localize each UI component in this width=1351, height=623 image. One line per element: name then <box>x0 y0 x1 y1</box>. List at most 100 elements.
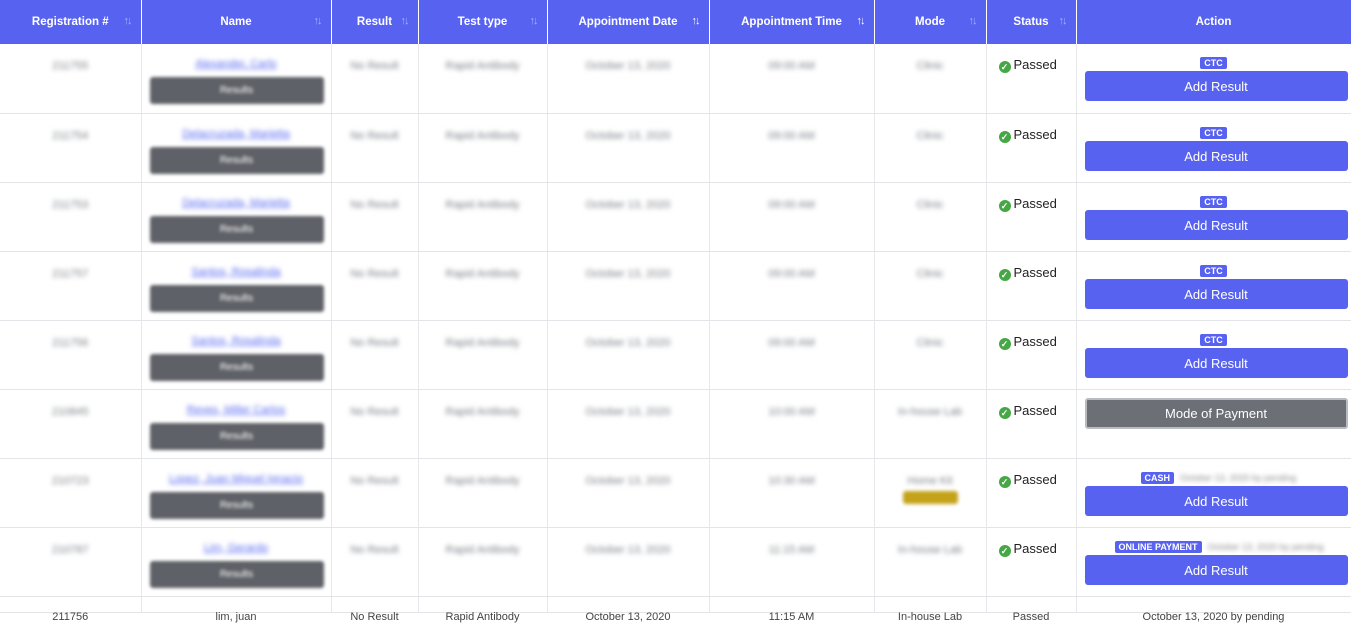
result-cell: No Result <box>331 458 419 528</box>
status-text: Passed <box>1013 57 1057 72</box>
column-header-name[interactable]: Name ↑↓ <box>141 0 332 44</box>
partial-cell: In-house Lab <box>874 596 987 623</box>
payment-badge-row: CASH October 13, 2020 by pending <box>1085 459 1343 486</box>
name-cell: Delacruzada, Marietta Results <box>141 182 332 252</box>
mode-value: Clinic <box>916 336 944 349</box>
sort-icon[interactable]: ↑↓ <box>692 15 701 27</box>
status-cell: ✓ Passed <box>986 251 1077 321</box>
sort-icon[interactable]: ↑↓ <box>857 15 866 27</box>
name-cell: Santos, Rosalinda Results <box>141 320 332 390</box>
status-cell: ✓ Passed <box>986 182 1077 252</box>
results-button[interactable]: Results <box>149 77 324 104</box>
results-button[interactable]: Results <box>149 215 324 243</box>
appointment-time-cell: 10:00 AM <box>709 389 875 459</box>
check-circle-icon: ✓ <box>998 61 1011 73</box>
results-button[interactable]: Results <box>149 353 324 381</box>
action-cell: CASH October 13, 2020 by pending Add Resul… <box>1076 458 1351 528</box>
result-value: No Result <box>350 405 399 418</box>
partial-cell: 11:15 AM <box>709 596 875 623</box>
payment-badge-row: CTC <box>1085 44 1343 71</box>
partial-reg: 211756 <box>52 610 89 623</box>
payment-badge: CTC <box>1200 264 1227 277</box>
column-header-appointment-date[interactable]: Appointment Date ↑↓ <box>547 0 710 44</box>
appointment-date-cell: October 13, 2020 <box>547 527 710 597</box>
test-type-cell: Rapid Antibody <box>418 389 548 459</box>
check-circle-icon: ✓ <box>998 544 1011 557</box>
mode-badge <box>902 490 958 504</box>
mode-of-payment-button[interactable]: Mode of Payment <box>1084 397 1348 429</box>
test-type-value: Rapid Antibody <box>445 267 520 280</box>
result-value: No Result <box>350 60 399 72</box>
name-cell: Lim, Gerardo Results <box>141 527 332 597</box>
partial-test: Rapid Antibody <box>445 610 520 623</box>
add-result-button[interactable]: Add Result <box>1084 278 1348 309</box>
appointment-time-value: 09:00 AM <box>768 267 815 280</box>
partial-cell: Passed <box>986 596 1077 623</box>
result-value: No Result <box>350 198 399 211</box>
status-text: Passed <box>1013 264 1057 280</box>
column-header-test-type[interactable]: Test type ↑↓ <box>418 0 548 44</box>
payment-note: October 13, 2020 by pending <box>1180 472 1297 483</box>
mode-value: Home Kit <box>907 474 953 487</box>
table-row: 211756 Santos, Rosalinda Results No Result R… <box>0 320 1351 390</box>
sort-icon[interactable]: ↑↓ <box>969 15 978 27</box>
registration-cell: 211754 <box>0 113 142 183</box>
registration-number: 211754 <box>52 129 89 142</box>
column-header-status[interactable]: Status ↑↓ <box>986 0 1077 44</box>
patient-name-link[interactable]: Santos, Rosalinda <box>142 266 331 278</box>
results-button[interactable]: Results <box>149 560 324 588</box>
name-cell: Delacruzada, Marietta Results <box>141 113 332 183</box>
add-result-button[interactable]: Add Result <box>1084 554 1348 585</box>
table-row: 210787 Lim, Gerardo Results No Result Rapid … <box>0 527 1351 597</box>
results-button[interactable]: Results <box>149 491 324 519</box>
results-button[interactable]: Results <box>149 146 324 174</box>
status-text: Passed <box>1013 333 1057 349</box>
sort-icon[interactable]: ↑↓ <box>1059 15 1068 27</box>
registration-cell: 211753 <box>0 182 142 252</box>
action-cell: CTC Add Result <box>1076 44 1351 114</box>
sort-icon[interactable]: ↑↓ <box>401 15 410 27</box>
appointment-date-cell: October 13, 2020 <box>547 389 710 459</box>
appointment-time-cell: 09:00 AM <box>709 113 875 183</box>
sort-icon[interactable]: ↑↓ <box>530 15 539 27</box>
status-cell: ✓ Passed <box>986 389 1077 459</box>
payment-note: October 13, 2020 by pending <box>1207 541 1324 552</box>
appointment-date-value: October 13, 2020 <box>585 336 671 349</box>
name-cell: Santos, Rosalinda Results <box>141 251 332 321</box>
action-cell: CTC Add Result <box>1076 182 1351 252</box>
status-text: Passed <box>1013 402 1057 418</box>
results-button[interactable]: Results <box>149 284 324 312</box>
add-result-button[interactable]: Add Result <box>1084 485 1348 516</box>
sort-icon[interactable]: ↑↓ <box>314 15 323 27</box>
mode-cell: In-house Lab <box>874 389 987 459</box>
patient-name-link[interactable]: Reyes, Miller Carlos <box>142 404 331 416</box>
test-type-cell: Rapid Antibody <box>418 320 548 390</box>
sort-icon[interactable]: ↑↓ <box>124 15 133 27</box>
column-header-result[interactable]: Result ↑↓ <box>331 0 419 44</box>
add-result-button[interactable]: Add Result <box>1084 71 1348 101</box>
patient-name-link[interactable]: Delacruzada, Marietta <box>142 128 331 140</box>
column-header-label: Appointment Time <box>741 16 842 28</box>
patient-name-link[interactable]: Lopez, Juan Miguel Ignacio <box>142 473 331 485</box>
patient-name-link[interactable]: Alexander, Carlo <box>142 58 331 70</box>
patient-name-link[interactable]: Santos, Rosalinda <box>142 335 331 347</box>
partial-cell: Rapid Antibody <box>418 596 548 623</box>
column-header-mode[interactable]: Mode ↑↓ <box>874 0 987 44</box>
status-text: Passed <box>1013 540 1057 556</box>
table-row: 210845 Reyes, Miller Carlos Results No Resu… <box>0 389 1351 459</box>
result-value: No Result <box>350 543 399 556</box>
test-type-value: Rapid Antibody <box>445 543 520 556</box>
column-header-appointment-time[interactable]: Appointment Time ↑↓ <box>709 0 875 44</box>
status-text: Passed <box>1013 471 1057 487</box>
patient-name-link[interactable]: Delacruzada, Marietta <box>142 197 331 209</box>
add-result-button[interactable]: Add Result <box>1084 209 1348 240</box>
results-button[interactable]: Results <box>149 422 324 450</box>
column-header-registration[interactable]: Registration # ↑↓ <box>0 0 142 44</box>
test-type-cell: Rapid Antibody <box>418 527 548 597</box>
add-result-button[interactable]: Add Result <box>1084 347 1348 378</box>
add-result-button[interactable]: Add Result <box>1084 140 1348 171</box>
mode-cell: Clinic <box>874 113 987 183</box>
result-value: No Result <box>350 474 399 487</box>
table-row-partial: 211756 lim, juan No Result Rapid Antibody Oc… <box>0 596 1351 623</box>
patient-name-link[interactable]: Lim, Gerardo <box>142 542 331 554</box>
